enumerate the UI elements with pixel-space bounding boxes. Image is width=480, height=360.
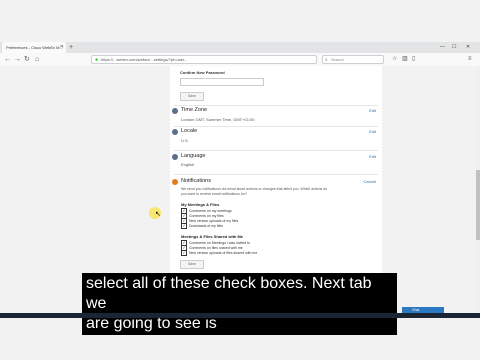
clock-icon: [172, 108, 178, 114]
locale-value: U.S.: [181, 138, 189, 143]
notifications-cancel-link[interactable]: Cancel: [364, 179, 376, 184]
timezone-edit-link[interactable]: Edit: [369, 108, 376, 113]
sidebar-icon[interactable]: ▯: [412, 53, 415, 66]
url-text: https://...webex.com/webex/...settings/?…: [101, 57, 188, 62]
close-window-icon[interactable]: ✕: [466, 42, 470, 53]
divider: [174, 126, 378, 127]
timezone-title: Time Zone: [181, 107, 208, 113]
confirm-password-field[interactable]: [180, 78, 264, 86]
page-scrollbar[interactable]: [476, 66, 480, 313]
search-icon: ⌕: [325, 57, 328, 63]
caption-line-1: select all of these check boxes. Next ta…: [86, 275, 372, 312]
refresh-icon[interactable]: ↻: [24, 53, 30, 66]
navigation-bar: ← → ↻ ⌂ ● https://...webex.com/webex/...…: [0, 53, 480, 67]
password-save-button[interactable]: Save: [180, 92, 204, 101]
maximize-icon[interactable]: ☐: [452, 42, 456, 53]
language-icon: [172, 154, 178, 160]
home-icon[interactable]: ⌂: [35, 53, 39, 66]
tab-title: Preferences - Cisco WebEx M...: [6, 45, 63, 50]
timezone-value: London GMT, Summer Time, GMT+01:00: [181, 117, 255, 122]
language-edit-link[interactable]: Edit: [369, 154, 376, 159]
bookmarks-icon[interactable]: ☆: [392, 53, 397, 66]
lock-icon: ●: [95, 57, 99, 63]
forward-arrow-icon[interactable]: →: [14, 53, 21, 66]
browser-tab[interactable]: Preferences - Cisco WebEx M... ✕: [2, 42, 66, 53]
taskbar: [0, 313, 480, 318]
address-bar[interactable]: ● https://...webex.com/webex/...settings…: [91, 55, 317, 64]
search-input[interactable]: ⌕ Search: [322, 55, 384, 64]
notifications-save-button[interactable]: Save: [180, 260, 204, 269]
menu-icon[interactable]: ≡: [468, 53, 472, 66]
tab-close-icon[interactable]: ✕: [60, 42, 64, 53]
back-arrow-icon[interactable]: ←: [4, 53, 11, 66]
locale-title: Locale: [181, 128, 198, 134]
mouse-cursor-icon: ↖: [155, 211, 161, 218]
divider: [174, 105, 378, 106]
checkbox-row[interactable]: ✓ Downloads of my files: [181, 222, 224, 229]
checkbox-label: New version uploads of files shared with…: [189, 250, 258, 255]
language-title: Language: [181, 153, 206, 159]
notifications-title: Notifications: [181, 178, 211, 184]
scrollbar-thumb[interactable]: [476, 170, 480, 240]
minimize-icon[interactable]: —: [440, 42, 445, 53]
new-tab-icon[interactable]: +: [69, 42, 73, 53]
checkbox-checked[interactable]: ✓: [181, 222, 187, 229]
divider: [174, 174, 378, 175]
tab-bar: Preferences - Cisco WebEx M... ✕ + — ☐ ✕: [0, 42, 480, 53]
bell-icon: [172, 179, 178, 185]
language-value: English: [181, 162, 195, 167]
checkbox-label: Downloads of my files: [189, 223, 224, 228]
video-caption: select all of these check boxes. Next ta…: [82, 273, 397, 335]
checkbox-row[interactable]: ✓ New version uploads of files shared wit…: [181, 249, 258, 256]
checkbox-checked[interactable]: ✓: [181, 249, 187, 256]
divider: [174, 150, 378, 151]
chat-toast[interactable]: Chat: [402, 307, 444, 313]
shared-with-me-group-title: Meetings & Files Shared with Me: [181, 234, 244, 239]
screen-frame: Preferences - Cisco WebEx M... ✕ + — ☐ ✕…: [0, 0, 480, 360]
library-icon[interactable]: ▥: [402, 53, 408, 66]
locale-edit-link[interactable]: Edit: [369, 129, 376, 134]
search-placeholder: Search: [331, 57, 344, 62]
globe-icon: [172, 129, 178, 135]
my-meetings-group-title: My Meetings & Files: [181, 202, 220, 207]
confirm-password-label: Confirm New Password: [180, 70, 225, 75]
notifications-description: We send you notifications via email abou…: [181, 187, 328, 196]
